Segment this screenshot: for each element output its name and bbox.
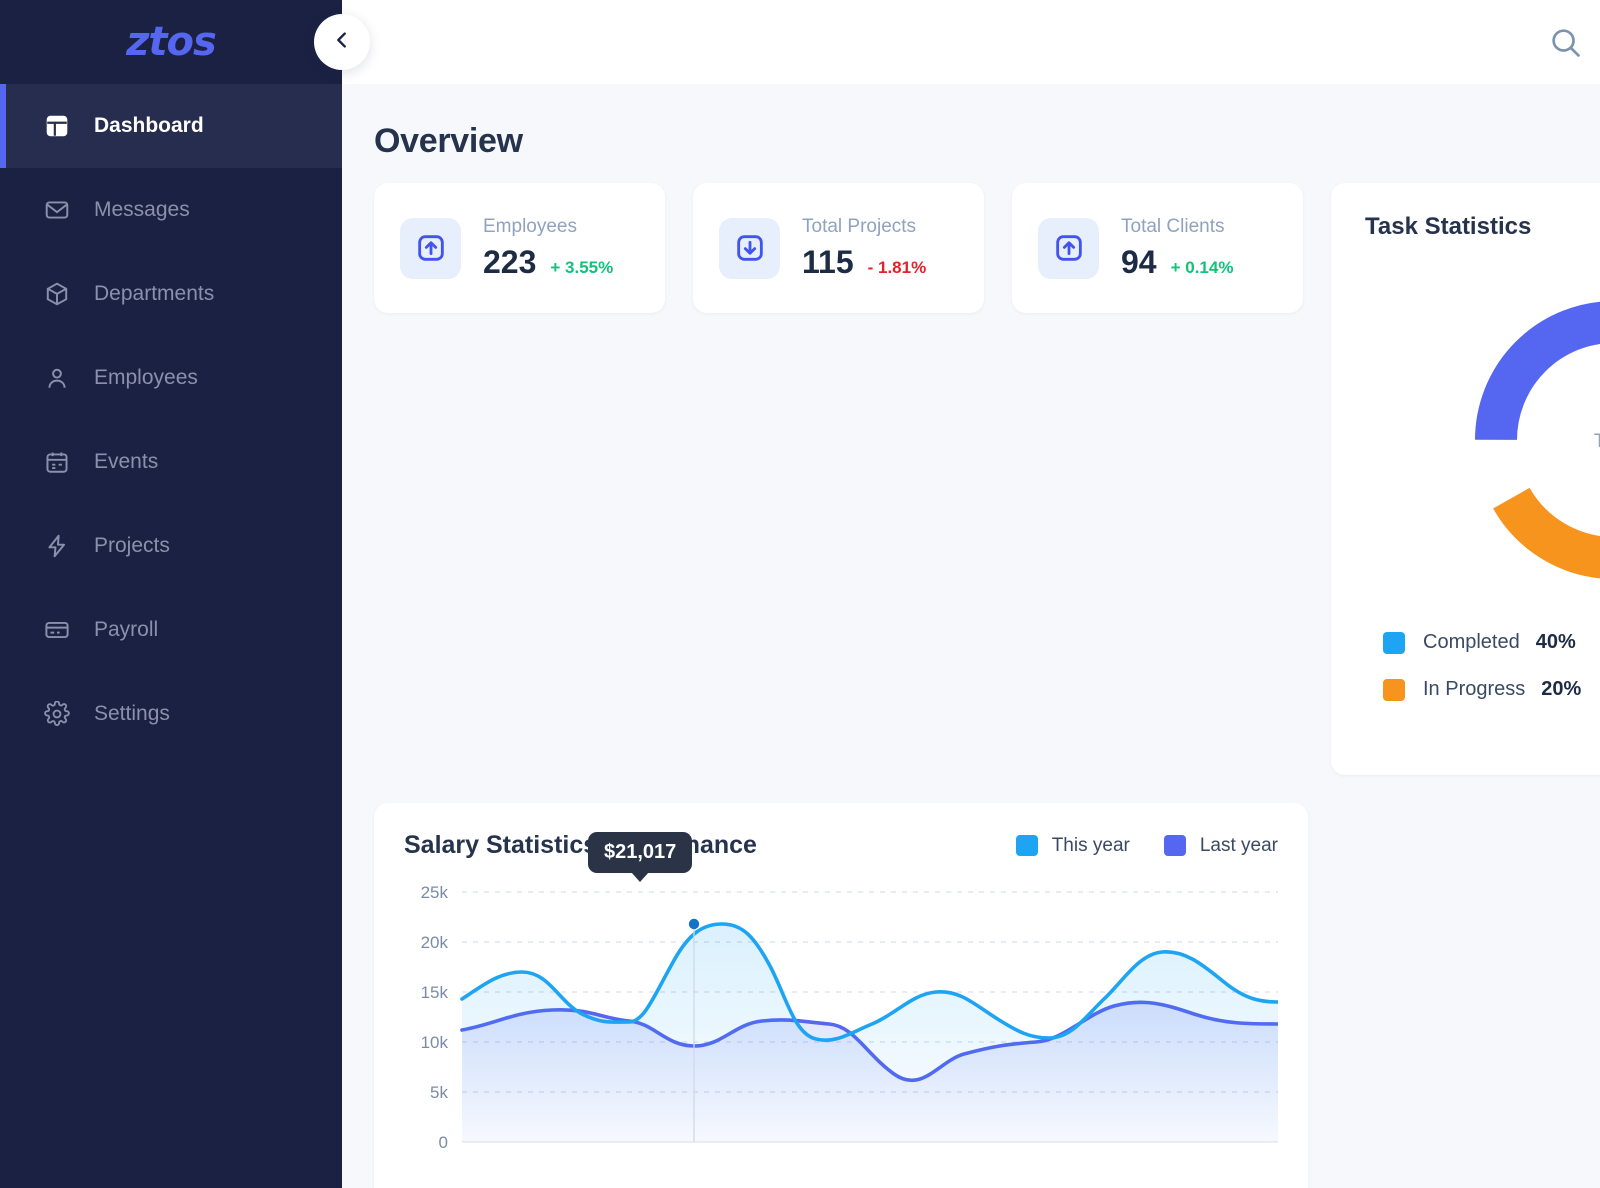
legend-item-this-year[interactable]: This year (1015, 834, 1130, 857)
stat-card-total-clients[interactable]: Total Clients 94 + 0.14% (1012, 183, 1303, 313)
stat-delta: + 3.55% (550, 257, 614, 277)
legend-swatch (1015, 835, 1038, 856)
legend-item-completed: Completed 40% (1383, 631, 1581, 654)
stat-label: Total Clients (1121, 215, 1225, 237)
salary-x-axis: 22 Jun 23 Jun 24 Jun 25 Jun 26 Jun 27 Ju… (404, 1179, 1278, 1188)
sidebar-item-departments[interactable]: Departments (0, 252, 342, 336)
stat-card-employees[interactable]: Employees 223 + 3.55% (374, 183, 665, 313)
salary-tooltip: $21,017 (588, 832, 693, 873)
task-statistics-title: Task Statistics (1365, 213, 1532, 240)
stat-values: 94 + 0.14% (1121, 244, 1233, 281)
sidebar-item-label: Employees (94, 366, 198, 389)
sidebar-item-label: Projects (94, 534, 170, 557)
search-icon[interactable] (1548, 25, 1582, 59)
page-title: Overview (374, 122, 523, 160)
dashboard-icon (42, 111, 72, 141)
sidebar-item-messages[interactable]: Messages (0, 168, 342, 252)
credit-card-icon (42, 615, 72, 645)
arrow-up-square-icon (400, 217, 461, 279)
dashboard-app: ztos Dashboard Messages Departments Empl… (0, 0, 1600, 1188)
task-statistics-legend: Completed 40% In Progress 20% (1383, 631, 1581, 725)
sidebar-nav: Dashboard Messages Departments Employees (0, 84, 342, 672)
arrow-up-square-icon (1038, 217, 1099, 279)
sidebar-item-label: Payroll (94, 618, 159, 641)
stat-values: 115 - 1.81% (802, 244, 926, 281)
salary-statistics-card: Salary Statistics Performance This year … (374, 803, 1308, 1188)
legend-label: This year (1051, 834, 1130, 856)
stat-body: Total Projects 115 - 1.81% (802, 216, 926, 281)
stat-body: Employees 223 + 3.55% (483, 216, 613, 281)
topbar (342, 0, 1600, 84)
salary-chart-legend: This year Last year (982, 835, 1278, 857)
stat-delta: - 1.81% (867, 257, 927, 277)
stats-row: Employees 223 + 3.55% Total Projects 115… (374, 183, 1600, 775)
legend-item-last-year[interactable]: Last year (1163, 834, 1278, 857)
svg-text:20k: 20k (421, 933, 449, 952)
task-donut-label: Total (1593, 431, 1600, 452)
salary-chart-title: Salary Statistics Performance (404, 831, 757, 859)
stat-values: 223 + 3.55% (483, 244, 613, 281)
stat-label: Total Projects (802, 215, 917, 237)
svg-text:5k: 5k (430, 1083, 448, 1102)
active-data-point (688, 918, 700, 930)
stat-label: Employees (483, 215, 577, 237)
svg-text:0: 0 (439, 1133, 448, 1152)
content: Employees 223 + 3.55% Total Projects 115… (342, 161, 1600, 1188)
gear-icon (42, 699, 72, 729)
sidebar-item-payroll[interactable]: Payroll (0, 588, 342, 672)
salary-line-chart: 25k 20k 15k 10k 5k 0 $21,017 (404, 832, 1280, 1188)
legend-label: Last year (1199, 834, 1278, 856)
stat-value: 223 (483, 243, 537, 280)
legend-label: Completed (1423, 631, 1520, 653)
box-icon (42, 279, 72, 309)
legend-label: In Progress (1423, 678, 1526, 700)
logo-text: ztos (126, 19, 217, 65)
sidebar-item-settings[interactable]: Settings (0, 672, 342, 756)
arrow-down-square-icon (719, 217, 780, 279)
this-year-area (462, 924, 1278, 1142)
sidebar-item-label: Dashboard (94, 114, 204, 137)
stat-delta: + 0.14% (1170, 257, 1234, 277)
task-donut-center: Total (1449, 275, 1600, 605)
sidebar-item-label: Departments (94, 282, 215, 305)
legend-swatch (1163, 835, 1186, 856)
stat-value: 94 (1121, 243, 1157, 280)
legend-value: 20% (1541, 678, 1582, 700)
svg-text:15k: 15k (421, 983, 449, 1002)
calendar-icon (42, 447, 72, 477)
salary-chart-svg: 25k 20k 15k 10k 5k 0 (421, 883, 1280, 1152)
stat-body: Total Clients 94 + 0.14% (1121, 216, 1233, 281)
sidebar-item-dashboard[interactable]: Dashboard (0, 84, 342, 168)
legend-swatch (1383, 678, 1405, 701)
sidebar-collapse-button[interactable] (314, 14, 370, 70)
stat-value: 115 (802, 243, 854, 280)
sidebar-item-label: Messages (94, 198, 190, 221)
sidebar-item-label: Settings (94, 702, 170, 725)
salary-card-header: Salary Statistics Performance This year … (404, 831, 1278, 860)
sidebar-item-projects[interactable]: Projects (0, 504, 342, 588)
legend-value: 40% (1535, 631, 1576, 653)
mid-row: Salary Statistics Performance This year … (374, 803, 1600, 1188)
chevron-left-icon (331, 29, 353, 56)
stat-card-total-projects[interactable]: Total Projects 115 - 1.81% (693, 183, 984, 313)
sidebar-item-events[interactable]: Events (0, 420, 342, 504)
bolt-icon (42, 531, 72, 561)
task-statistics-card: Task Statistics Total (1331, 183, 1600, 775)
legend-swatch (1383, 631, 1405, 654)
legend-item-in-progress: In Progress 20% (1383, 678, 1581, 701)
svg-text:10k: 10k (421, 1033, 449, 1052)
envelope-icon (42, 195, 72, 225)
user-icon (42, 363, 72, 393)
sidebar: ztos Dashboard Messages Departments Empl… (0, 0, 342, 1188)
brand-logo[interactable]: ztos (0, 0, 342, 84)
main-area: Overview Employees 223 + 3.55% Total Pro… (342, 0, 1600, 1188)
sidebar-item-label: Events (94, 450, 159, 473)
svg-text:25k: 25k (421, 883, 449, 902)
sidebar-item-employees[interactable]: Employees (0, 336, 342, 420)
